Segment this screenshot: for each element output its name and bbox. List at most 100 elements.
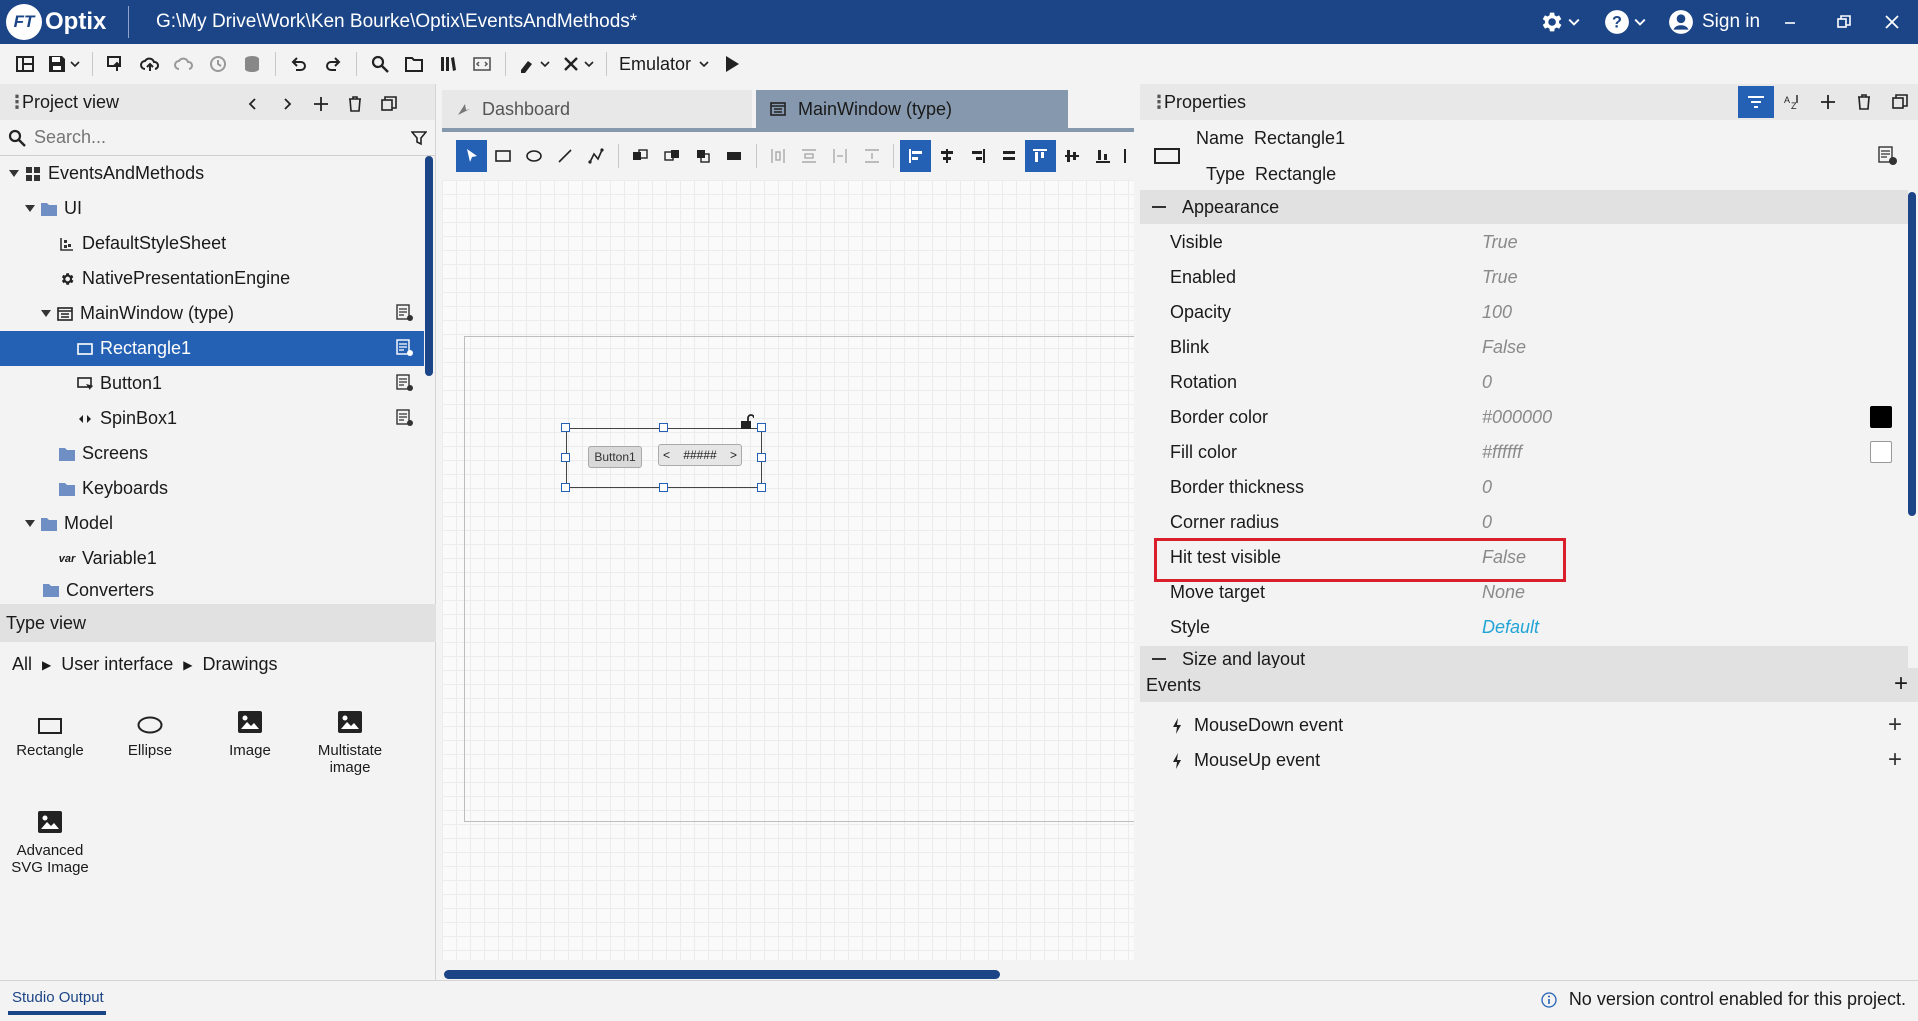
event-mousedown[interactable]: MouseDown event +: [1170, 708, 1910, 743]
design-canvas[interactable]: Button1 < ##### >: [442, 180, 1134, 960]
add-handler-icon[interactable]: +: [1888, 748, 1902, 772]
upload-button[interactable]: [133, 48, 167, 80]
property-value[interactable]: True: [1482, 267, 1518, 288]
resize-handle[interactable]: [659, 423, 668, 432]
property-corner-radius[interactable]: Corner radius 0: [1170, 505, 1900, 540]
tree-item-spinbox1[interactable]: SpinBox1: [0, 401, 424, 436]
add-button[interactable]: [304, 88, 338, 120]
appearance-section[interactable]: Appearance: [1140, 190, 1908, 224]
align-center-v-tool[interactable]: [1056, 140, 1087, 172]
spinbox1-element[interactable]: < ##### >: [658, 444, 742, 466]
properties-icon[interactable]: [396, 374, 414, 392]
sort-properties-button[interactable]: AZ: [1774, 86, 1810, 118]
breadcrumb-item[interactable]: Drawings: [203, 654, 278, 675]
property-value[interactable]: 100: [1482, 302, 1512, 323]
caret-down-icon[interactable]: [9, 169, 19, 178]
bring-forward-tool[interactable]: [625, 140, 656, 172]
type-item-ellipse[interactable]: Ellipse: [100, 700, 200, 759]
properties-icon[interactable]: [396, 304, 414, 322]
property-value[interactable]: 0: [1482, 372, 1492, 393]
collapse-icon[interactable]: [1152, 658, 1166, 660]
tree-item-keyboards[interactable]: Keyboards: [0, 471, 424, 506]
property-value[interactable]: 0: [1482, 477, 1492, 498]
type-item-image[interactable]: Image: [200, 700, 300, 759]
add-property-button[interactable]: [1810, 86, 1846, 118]
resize-handle[interactable]: [561, 423, 570, 432]
type-item-advanced-svg-image[interactable]: Advanced SVG Image: [0, 800, 100, 876]
align-left-tool[interactable]: [900, 140, 932, 172]
distribute-h-tool[interactable]: [762, 140, 793, 172]
close-button[interactable]: [1884, 0, 1900, 44]
rectangle-tool[interactable]: [487, 140, 518, 172]
line-tool[interactable]: [550, 140, 581, 172]
name-value[interactable]: Rectangle1: [1254, 128, 1345, 148]
caret-down-icon[interactable]: [25, 519, 35, 528]
undock-button[interactable]: [1882, 86, 1918, 118]
add-event-icon[interactable]: +: [1894, 672, 1908, 696]
select-tool[interactable]: [456, 140, 488, 172]
color-swatch[interactable]: [1870, 406, 1892, 428]
tab-dashboard[interactable]: Dashboard: [442, 90, 752, 128]
type-item-rectangle[interactable]: Rectangle: [0, 700, 100, 759]
add-handler-icon[interactable]: +: [1888, 713, 1902, 737]
breadcrumb-item[interactable]: All: [12, 654, 32, 675]
history-button[interactable]: [201, 48, 235, 80]
tree-item-model[interactable]: Model: [0, 506, 424, 541]
properties-scrollbar[interactable]: [1908, 192, 1916, 516]
tree-item-converters[interactable]: Converters: [0, 576, 424, 604]
distribute-v-tool[interactable]: [794, 140, 825, 172]
resize-handle[interactable]: [561, 453, 570, 462]
project-tree-scrollbar[interactable]: [425, 156, 433, 376]
restore-button[interactable]: [1836, 0, 1852, 44]
tab-mainwindow[interactable]: MainWindow (type): [756, 90, 1068, 128]
download-button[interactable]: [167, 48, 201, 80]
tree-item-nativepresentationengine[interactable]: NativePresentationEngine: [0, 261, 424, 296]
settings-menu[interactable]: [1538, 0, 1580, 44]
code-button[interactable]: [465, 48, 499, 80]
tree-item-rectangle1[interactable]: Rectangle1: [0, 331, 424, 366]
collapse-icon[interactable]: [1152, 206, 1166, 208]
size-layout-section[interactable]: Size and layout: [1140, 646, 1908, 668]
studio-output-tab[interactable]: Studio Output: [12, 989, 104, 1006]
button1-element[interactable]: Button1: [588, 446, 642, 468]
polyline-tool[interactable]: [581, 140, 612, 172]
tree-item-defaultstylesheet[interactable]: DefaultStyleSheet: [0, 226, 424, 261]
send-backward-tool[interactable]: [656, 140, 687, 172]
align-justify-tool[interactable]: [994, 140, 1025, 172]
bring-to-front-tool[interactable]: [687, 140, 718, 172]
tree-item-screens[interactable]: Screens: [0, 436, 424, 471]
tree-item-ui[interactable]: UI: [0, 191, 424, 226]
minimize-button[interactable]: [1782, 0, 1798, 44]
nav-back-button[interactable]: [236, 88, 270, 120]
resize-handle[interactable]: [757, 423, 766, 432]
property-value[interactable]: None: [1482, 582, 1525, 603]
delete-button[interactable]: [338, 88, 372, 120]
ellipse-tool[interactable]: [518, 140, 549, 172]
breadcrumb-item[interactable]: User interface: [61, 654, 173, 675]
run-button[interactable]: [715, 48, 749, 80]
undock-button[interactable]: [372, 88, 406, 120]
align-bottom-tool[interactable]: [1087, 140, 1118, 172]
delete-property-button[interactable]: [1846, 86, 1882, 118]
canvas-horizontal-scrollbar[interactable]: [444, 970, 1000, 979]
tree-item-project[interactable]: EventsAndMethods: [0, 156, 424, 191]
more-tools[interactable]: [1118, 140, 1134, 172]
properties-icon[interactable]: [1878, 146, 1898, 166]
unlock-icon[interactable]: [740, 414, 754, 430]
type-item-multistate-image[interactable]: Multistate image: [300, 700, 400, 776]
emulator-dropdown[interactable]: Emulator: [613, 54, 715, 75]
align-right-tool[interactable]: [962, 140, 993, 172]
resize-handle[interactable]: [757, 453, 766, 462]
sign-in-button[interactable]: Sign in: [1668, 0, 1760, 44]
property-value[interactable]: Default: [1482, 617, 1539, 638]
spinbox-increment-icon[interactable]: >: [730, 448, 737, 462]
property-value[interactable]: #ffffff: [1482, 442, 1522, 463]
help-menu[interactable]: ?: [1604, 0, 1646, 44]
resize-handle[interactable]: [757, 483, 766, 492]
style-menu[interactable]: [512, 48, 556, 80]
resize-handle[interactable]: [659, 483, 668, 492]
space-v-tool[interactable]: [856, 140, 887, 172]
property-blink[interactable]: Blink False: [1170, 330, 1900, 365]
library-button[interactable]: [431, 48, 465, 80]
property-border-color[interactable]: Border color #000000: [1170, 400, 1900, 435]
